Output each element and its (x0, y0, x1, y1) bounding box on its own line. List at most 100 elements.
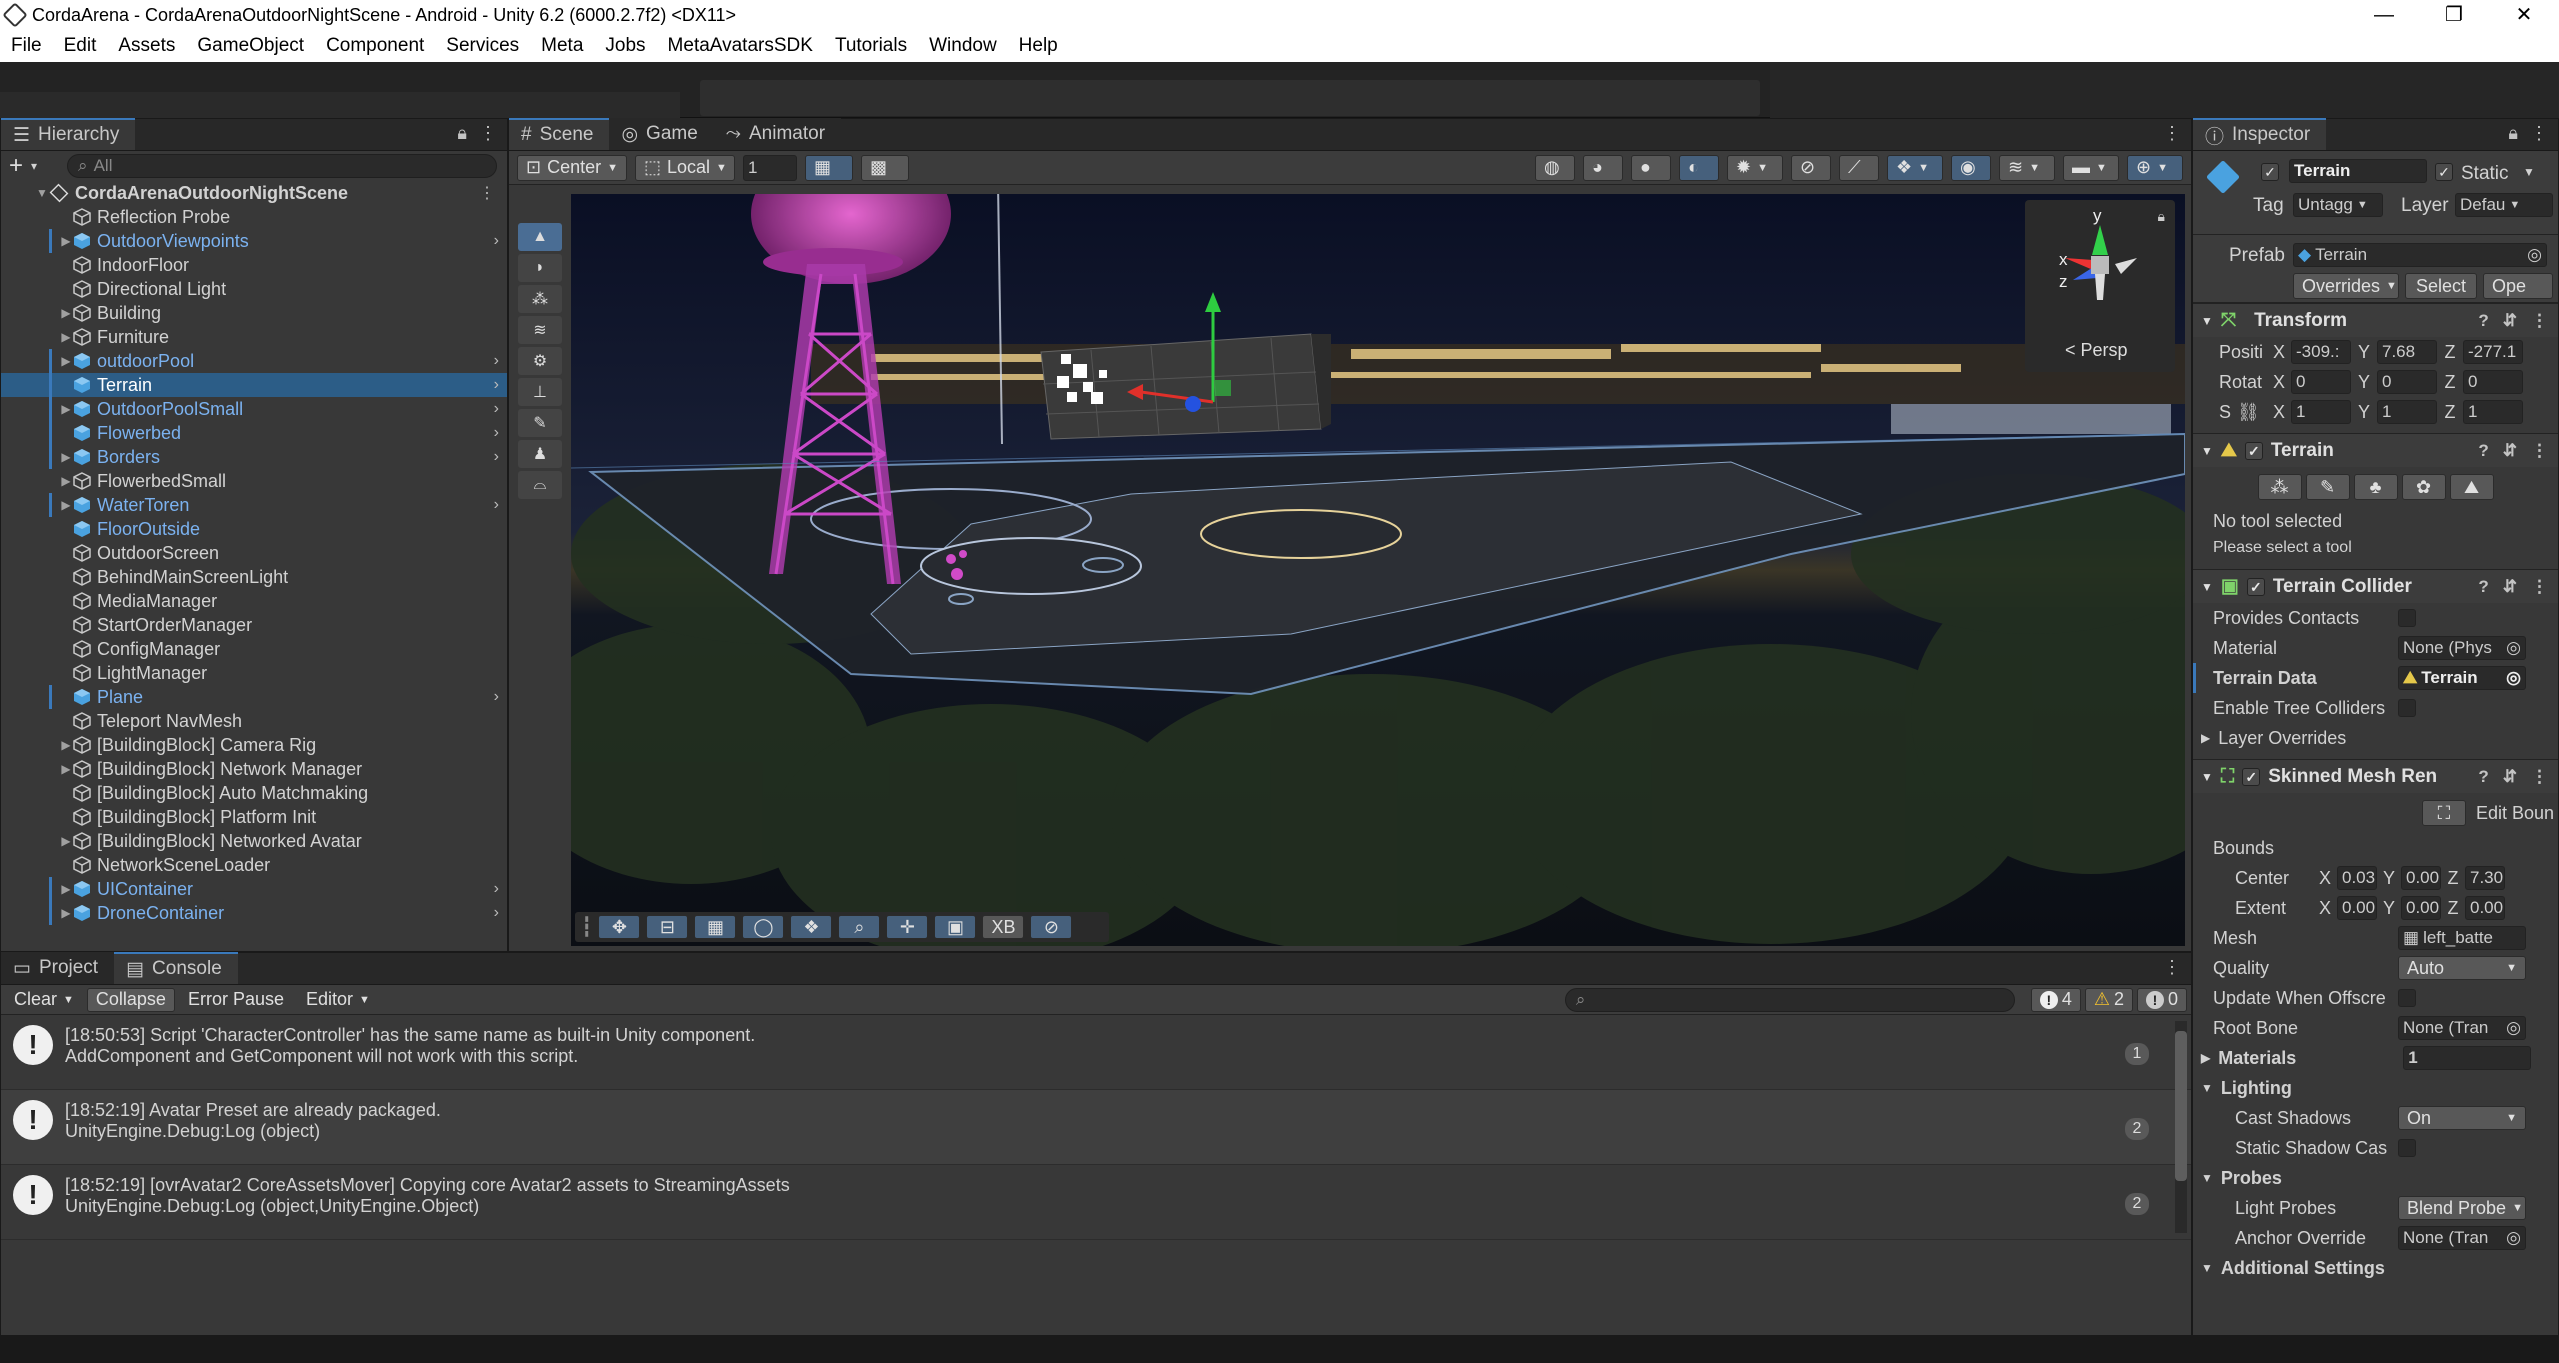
draw-mode-wireframe-button[interactable]: ◍ (1535, 154, 1575, 181)
layer-overrides-row[interactable]: ▶ Layer Overrides (2193, 723, 2558, 753)
terrain-settings-button[interactable]: ⛰ (2449, 474, 2494, 500)
overlay-align-button[interactable]: ⊟ (646, 915, 689, 939)
error-filter-toggle[interactable]: ! 0 (2136, 987, 2187, 1012)
tab-animator[interactable]: ⤳ Animator (713, 118, 842, 150)
layers-dropdown[interactable]: ≋ ▼ (1999, 154, 2055, 181)
menu-jobs[interactable]: Jobs (594, 35, 656, 57)
rotation-z-input[interactable]: 0 (2463, 370, 2523, 394)
scale-x-input[interactable]: 1 (2291, 400, 2351, 424)
expand-arrow-icon[interactable]: ▶ (59, 330, 73, 344)
position-x-input[interactable]: -309.: (2291, 340, 2351, 364)
hierarchy-item[interactable]: ▶ [BuildingBlock] Camera Rig (1, 733, 507, 757)
overlay-search-button[interactable]: ⌕ (838, 915, 881, 939)
expand-arrow-icon[interactable]: ▶ (59, 234, 73, 248)
more-menu-icon[interactable]: ⋮ (2531, 311, 2548, 331)
overlay-layers-button[interactable]: ❖ (790, 915, 833, 939)
menu-window[interactable]: Window (918, 35, 1008, 57)
select-button[interactable]: Select (2405, 273, 2477, 299)
collapse-toggle[interactable]: Collapse (86, 987, 175, 1012)
preset-icon[interactable]: ⇵ (2503, 311, 2517, 331)
lighting-toggle[interactable]: ✹ ▼ (1727, 154, 1783, 181)
hierarchy-item[interactable]: Teleport NavMesh (1, 709, 507, 733)
more-menu-icon[interactable]: ⋮ (2530, 123, 2548, 144)
tab-game[interactable]: ◎ Game (609, 118, 714, 150)
mesh-field[interactable]: ▦ left_batte (2398, 926, 2526, 950)
hierarchy-item[interactable]: ▶ Borders › (1, 445, 507, 469)
audio-toggle[interactable]: ⊘ (1791, 154, 1831, 181)
grid-settings-button[interactable]: ▩ (861, 154, 909, 181)
add-dropdown-icon[interactable]: ▾ (31, 159, 37, 173)
hierarchy-item[interactable]: Plane › (1, 685, 507, 709)
hierarchy-item[interactable]: ▶ Building (1, 301, 507, 325)
additional-settings-section[interactable]: ▼ Additional Settings (2193, 1253, 2558, 1283)
skinned-mesh-renderer-header[interactable]: ▼ ⛶ ✓ Skinned Mesh Ren ? ⇵ ⋮ (2193, 759, 2558, 793)
draw-mode-shaded-button[interactable]: ◐ (1679, 154, 1719, 181)
open-prefab-chevron-icon[interactable]: › (494, 232, 499, 250)
expand-arrow-icon[interactable]: ▶ (59, 402, 73, 416)
material-field[interactable]: None (Phys ◎ (2398, 636, 2526, 660)
expand-arrow-icon[interactable]: ▶ (59, 498, 73, 512)
edit-bounds-button[interactable]: ⛶ (2421, 800, 2466, 826)
help-icon[interactable]: ? (2478, 311, 2488, 331)
hierarchy-item[interactable]: ▶ Furniture (1, 325, 507, 349)
terrain-raise-tool[interactable]: ▲ (518, 223, 562, 251)
editor-dropdown[interactable]: Editor ▼ (297, 987, 379, 1012)
center-x-input[interactable]: 0.03 (2337, 866, 2377, 890)
open-prefab-chevron-icon[interactable]: › (494, 904, 499, 922)
static-shadow-checkbox[interactable] (2398, 1139, 2416, 1157)
update-offscreen-checkbox[interactable] (2398, 989, 2416, 1007)
object-name-input[interactable]: Terrain (2289, 159, 2427, 183)
menu-component[interactable]: Component (315, 35, 435, 57)
hierarchy-item[interactable]: ▶ OutdoorPoolSmall › (1, 397, 507, 421)
menu-assets[interactable]: Assets (107, 35, 186, 57)
open-prefab-chevron-icon[interactable]: › (494, 400, 499, 418)
hierarchy-item[interactable]: LightManager (1, 661, 507, 685)
expand-arrow-icon[interactable]: ▶ (59, 738, 73, 752)
expand-arrow-icon[interactable]: ▶ (59, 882, 73, 896)
more-menu-icon[interactable]: ⋮ (2531, 767, 2548, 787)
hierarchy-item[interactable]: [BuildingBlock] Auto Matchmaking (1, 781, 507, 805)
add-button[interactable]: + (9, 152, 23, 180)
help-icon[interactable]: ? (2478, 577, 2488, 597)
console-entry[interactable]: ! [18:52:19] Avatar Preset are already p… (1, 1090, 2191, 1165)
anchor-override-field[interactable]: None (Tran ◎ (2398, 1226, 2526, 1250)
more-menu-icon[interactable]: ⋮ (2163, 957, 2181, 978)
open-prefab-chevron-icon[interactable]: › (494, 496, 499, 514)
materials-count-input[interactable]: 1 (2403, 1046, 2532, 1070)
warning-filter-toggle[interactable]: ⚠ 2 (2084, 987, 2133, 1012)
open-prefab-chevron-icon[interactable]: › (494, 352, 499, 370)
hierarchy-item[interactable]: MediaManager (1, 589, 507, 613)
menu-meta[interactable]: Meta (530, 35, 594, 57)
expand-arrow-icon[interactable]: ▶ (59, 354, 73, 368)
more-menu-icon[interactable]: ⋮ (2163, 123, 2181, 144)
open-prefab-chevron-icon[interactable]: › (494, 448, 499, 466)
preset-icon[interactable]: ⇵ (2503, 767, 2517, 787)
open-prefab-chevron-icon[interactable]: › (494, 424, 499, 442)
quality-dropdown[interactable]: Auto ▼ (2398, 956, 2526, 980)
tab-console[interactable]: ▤ Console (114, 952, 238, 984)
hierarchy-item[interactable]: BehindMainScreenLight (1, 565, 507, 589)
open-prefab-chevron-icon[interactable]: › (494, 880, 499, 898)
info-filter-toggle[interactable]: ! 4 (2030, 987, 2081, 1012)
menu-tutorials[interactable]: Tutorials (824, 35, 918, 57)
grid-snap-toggle[interactable]: ▦ (805, 154, 853, 181)
expand-arrow-icon[interactable]: ▶ (59, 450, 73, 464)
console-search-input[interactable]: ⌕ (1564, 987, 2015, 1012)
drag-handle-icon[interactable]: ┇ (581, 916, 592, 939)
hierarchy-item[interactable]: OutdoorScreen (1, 541, 507, 565)
projection-toggle[interactable]: < Persp (2065, 340, 2128, 361)
terrain-neighbors-button[interactable]: ⁂ (2257, 474, 2302, 500)
maximize-button[interactable]: ❐ (2419, 0, 2489, 30)
expand-arrow-icon[interactable]: ▶ (59, 834, 73, 848)
overlay-compass-button[interactable]: ⊘ (1030, 915, 1073, 939)
error-pause-toggle[interactable]: Error Pause (178, 987, 293, 1012)
renderer-enabled-checkbox[interactable]: ✓ (2242, 767, 2261, 786)
terrain-settings-tool[interactable]: ⚙ (518, 347, 562, 375)
terrain-details-tool[interactable]: ≋ (518, 316, 562, 344)
draw-mode-shaded-wire-button[interactable]: ◕ (1583, 154, 1623, 181)
tab-project[interactable]: ▭ Project (1, 952, 115, 984)
scene-viewport[interactable]: 🔒︎ y x z < Persp ┇ ✥ ⊟ ▦ ◯ ❖ ⌕ ✛ ▣ XB ⊘ (571, 194, 2185, 946)
space-dropdown[interactable]: ⬚ Local ▼ (635, 154, 735, 181)
terrain-detail-button[interactable]: ✿ (2401, 474, 2446, 500)
hierarchy-item[interactable]: [BuildingBlock] Platform Init (1, 805, 507, 829)
